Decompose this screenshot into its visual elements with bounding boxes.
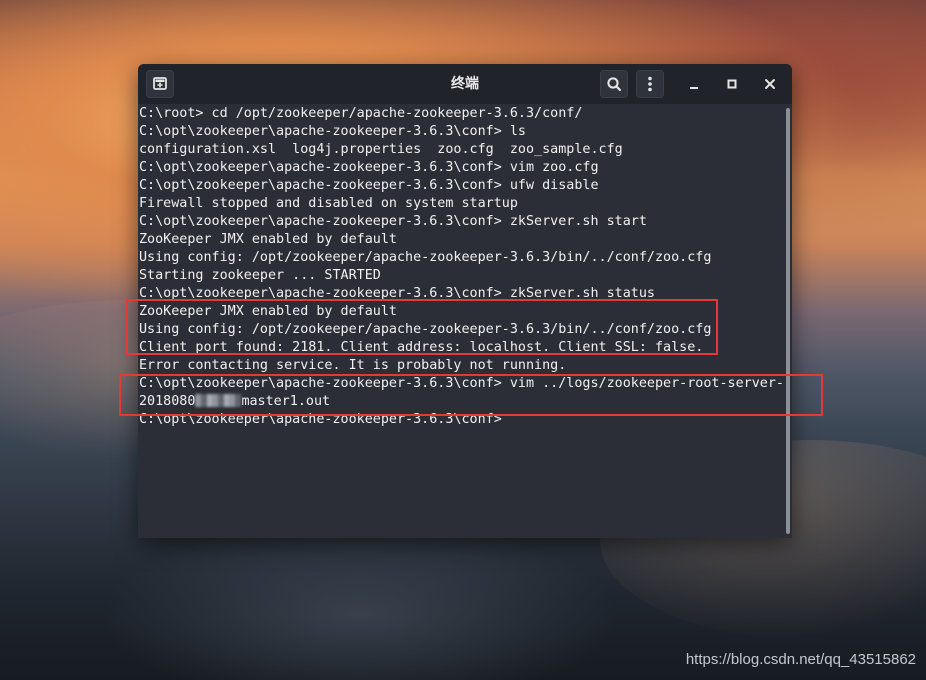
- terminal-line: ZooKeeper JMX enabled by default: [139, 232, 397, 247]
- watermark: https://blog.csdn.net/qq_43515862: [685, 651, 916, 668]
- terminal-line: Error contacting service. It is probably…: [139, 358, 567, 373]
- filename-suffix: master1.out: [241, 394, 331, 409]
- maximize-icon: [727, 79, 737, 89]
- minimize-button[interactable]: [682, 72, 706, 96]
- terminal-line: Starting zookeeper ... STARTED: [139, 268, 381, 283]
- terminal-line: C:\opt\zookeeper\apache-zookeeper-3.6.3\…: [139, 124, 526, 139]
- kebab-menu-icon: [648, 76, 652, 92]
- terminal-line: C:\root> cd /opt/zookeeper/apache-zookee…: [139, 106, 583, 121]
- terminal-prompt: C:\opt\zookeeper\apache-zookeeper-3.6.3\…: [139, 412, 502, 427]
- terminal-line: Using config: /opt/zookeeper/apache-zook…: [139, 322, 712, 337]
- new-tab-icon: [153, 77, 167, 90]
- terminal-output[interactable]: C:\root> cd /opt/zookeeper/apache-zookee…: [138, 104, 784, 538]
- terminal-line: Using config: /opt/zookeeper/apache-zook…: [139, 250, 712, 265]
- terminal-line: C:\opt\zookeeper\apache-zookeeper-3.6.3\…: [139, 286, 655, 301]
- terminal-line: C:\opt\zookeeper\apache-zookeeper-3.6.3\…: [139, 160, 599, 175]
- terminal-line: ZooKeeper JMX enabled by default: [139, 304, 397, 319]
- terminal-line: configuration.xsl log4j.properties zoo.c…: [139, 142, 623, 157]
- terminal-line-blurred: 2018080 master1.out: [139, 393, 784, 411]
- terminal-line: C:\opt\zookeeper\apache-zookeeper-3.6.3\…: [139, 178, 599, 193]
- filename-prefix: 2018080: [139, 394, 196, 409]
- terminal-line: Client port found: 2181. Client address:…: [139, 340, 704, 355]
- close-button[interactable]: [758, 72, 782, 96]
- menu-button[interactable]: [636, 70, 664, 98]
- terminal-line: C:\opt\zookeeper\apache-zookeeper-3.6.3\…: [139, 214, 647, 229]
- search-button[interactable]: [600, 70, 628, 98]
- new-tab-button[interactable]: [146, 70, 174, 98]
- terminal-line: Firewall stopped and disabled on system …: [139, 196, 518, 211]
- titlebar: 终端: [138, 64, 792, 105]
- scroll-thumb[interactable]: [786, 108, 790, 534]
- terminal-window: 终端 C:\root> cd /opt/zookeeper/apache-zoo…: [138, 64, 792, 538]
- close-icon: [765, 79, 775, 89]
- search-icon: [607, 77, 622, 92]
- blurred-region: [195, 394, 242, 407]
- minimize-icon: [690, 87, 698, 89]
- terminal-line: C:\opt\zookeeper\apache-zookeeper-3.6.3\…: [139, 376, 784, 391]
- scrollbar[interactable]: [784, 104, 792, 538]
- maximize-button[interactable]: [720, 72, 744, 96]
